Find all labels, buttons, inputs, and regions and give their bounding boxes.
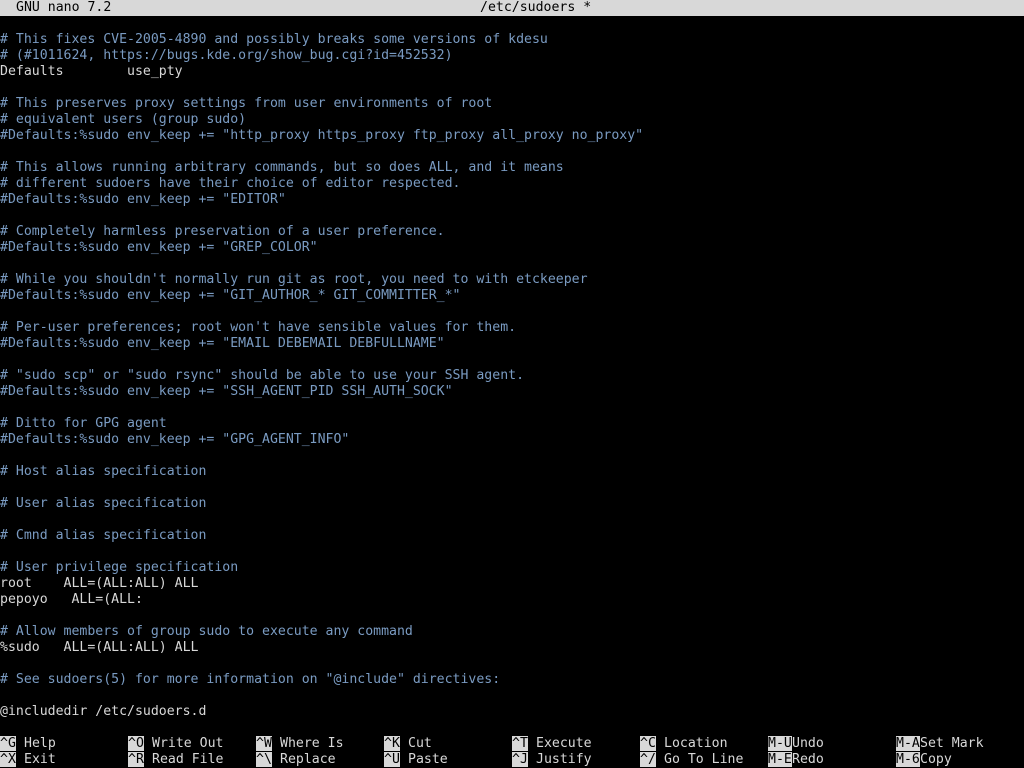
comment-line[interactable]: # This allows running arbitrary commands… [0,160,1024,176]
config-line[interactable]: %sudo ALL=(ALL:ALL) ALL [0,640,1024,656]
shortcut-key: M-6 [896,752,920,767]
shortcut-read-file[interactable]: ^R Read File [128,752,223,768]
comment-line[interactable]: # This preserves proxy settings from use… [0,96,1024,112]
shortcut-go-to-line[interactable]: ^/ Go To Line [640,752,743,768]
comment-line[interactable]: # While you shouldn't normally run git a… [0,272,1024,288]
comment-line[interactable]: # Allow members of group sudo to execute… [0,624,1024,640]
blank-line[interactable] [0,208,1024,224]
shortcut-location[interactable]: ^C Location [640,736,728,752]
comment-line[interactable]: # User alias specification [0,496,1024,512]
comment-line[interactable]: # equivalent users (group sudo) [0,112,1024,128]
comment-line[interactable]: # "sudo scp" or "sudo rsync" should be a… [0,368,1024,384]
editor-buffer[interactable]: # This fixes CVE-2005-4890 and possibly … [0,32,1024,720]
blank-line[interactable] [0,656,1024,672]
shortcut-label: Location [664,736,728,751]
config-line[interactable]: Defaults use_pty [0,64,1024,80]
blank-line[interactable] [0,256,1024,272]
shortcut-label: Justify [536,752,592,767]
shortcut-label: Set Mark [920,736,984,751]
shortcut-key: M-A [896,736,920,751]
blank-line[interactable] [0,608,1024,624]
file-name: /etc/sudoers * [480,0,592,15]
shortcut-label: Go To Line [664,752,744,767]
blank-line[interactable] [0,448,1024,464]
blank-line[interactable] [0,480,1024,496]
shortcut-key: ^/ [640,752,656,767]
shortcut-label: Execute [536,736,592,751]
shortcut-key: ^T [512,736,528,751]
shortcut-key: ^C [640,736,656,751]
shortcut-key: ^W [256,736,272,751]
shortcut-label: Read File [152,752,224,767]
shortcut-label: Redo [792,752,824,767]
nano-titlebar: GNU nano 7.2 /etc/sudoers * [0,0,1024,16]
comment-line[interactable]: #Defaults:%sudo env_keep += "EMAIL DEBEM… [0,336,1024,352]
shortcut-write-out[interactable]: ^O Write Out [128,736,223,752]
comment-line[interactable]: #Defaults:%sudo env_keep += "GPG_AGENT_I… [0,432,1024,448]
terminal-screen: GNU nano 7.2 /etc/sudoers * # This fixes… [0,0,1024,768]
comment-line[interactable]: #Defaults:%sudo env_keep += "EDITOR" [0,192,1024,208]
shortcut-label: Write Out [152,736,224,751]
shortcut-key: ^G [0,736,16,751]
comment-line[interactable]: # Per-user preferences; root won't have … [0,320,1024,336]
shortcut-execute[interactable]: ^T Execute [512,736,592,752]
comment-line[interactable]: #Defaults:%sudo env_keep += "GREP_COLOR" [0,240,1024,256]
shortcut-key: ^X [0,752,16,767]
comment-line[interactable]: #Defaults:%sudo env_keep += "GIT_AUTHOR_… [0,288,1024,304]
comment-line[interactable]: # different sudoers have their choice of… [0,176,1024,192]
shortcut-key: ^K [384,736,400,751]
comment-line[interactable]: #Defaults:%sudo env_keep += "http_proxy … [0,128,1024,144]
shortcut-label: Replace [280,752,336,767]
shortcut-key: ^O [128,736,144,751]
comment-line[interactable]: # Completely harmless preservation of a … [0,224,1024,240]
comment-line[interactable]: # (#1011624, https://bugs.kde.org/show_b… [0,48,1024,64]
blank-line[interactable] [0,352,1024,368]
blank-line[interactable] [0,512,1024,528]
nano-version: GNU nano 7.2 [16,0,112,15]
comment-line[interactable]: # This fixes CVE-2005-4890 and possibly … [0,32,1024,48]
comment-line[interactable]: #Defaults:%sudo env_keep += "SSH_AGENT_P… [0,384,1024,400]
shortcut-redo[interactable]: M-E Redo [768,752,824,768]
comment-line[interactable]: # See sudoers(5) for more information on… [0,672,1024,688]
comment-line[interactable]: # Ditto for GPG agent [0,416,1024,432]
shortcut-cut[interactable]: ^K Cut [384,736,432,752]
shortcut-label: Undo [792,736,824,751]
shortcut-label: Paste [408,752,448,767]
blank-line[interactable] [0,144,1024,160]
blank-line[interactable] [0,80,1024,96]
shortcut-bar: ^G Help ^O Write Out ^W Where Is ^K Cut ^T Execut… [0,736,1024,768]
comment-line[interactable]: # Cmnd alias specification [0,528,1024,544]
shortcut-label: Cut [408,736,432,751]
shortcut-key: ^J [512,752,528,767]
shortcut-key: M-U [768,736,792,751]
shortcut-key: M-E [768,752,792,767]
shortcut-exit[interactable]: ^X Exit [0,752,56,768]
config-line[interactable]: root ALL=(ALL:ALL) ALL [0,576,1024,592]
shortcut-key: ^U [384,752,400,767]
blank-line[interactable] [0,688,1024,704]
shortcut-where-is[interactable]: ^W Where Is [256,736,344,752]
shortcut-help[interactable]: ^G Help [0,736,56,752]
shortcut-key: ^\ [256,752,272,767]
shortcut-replace[interactable]: ^\ Replace [256,752,336,768]
shortcut-copy[interactable]: M-6 Copy [896,752,952,768]
shortcut-justify[interactable]: ^J Justify [512,752,592,768]
shortcut-label: Help [24,736,56,751]
shortcut-key: ^R [128,752,144,767]
shortcut-paste[interactable]: ^U Paste [384,752,448,768]
shortcut-set-mark[interactable]: M-A Set Mark [896,736,984,752]
comment-line[interactable]: # Host alias specification [0,464,1024,480]
shortcut-label: Copy [920,752,952,767]
blank-line[interactable] [0,400,1024,416]
blank-line[interactable] [0,544,1024,560]
shortcut-label: Where Is [280,736,344,751]
shortcut-undo[interactable]: M-U Undo [768,736,824,752]
shortcut-label: Exit [24,752,56,767]
comment-line[interactable]: # User privilege specification [0,560,1024,576]
config-line[interactable]: @includedir /etc/sudoers.d [0,704,1024,720]
blank-line[interactable] [0,304,1024,320]
config-line[interactable]: pepoyo ALL=(ALL: [0,592,1024,608]
